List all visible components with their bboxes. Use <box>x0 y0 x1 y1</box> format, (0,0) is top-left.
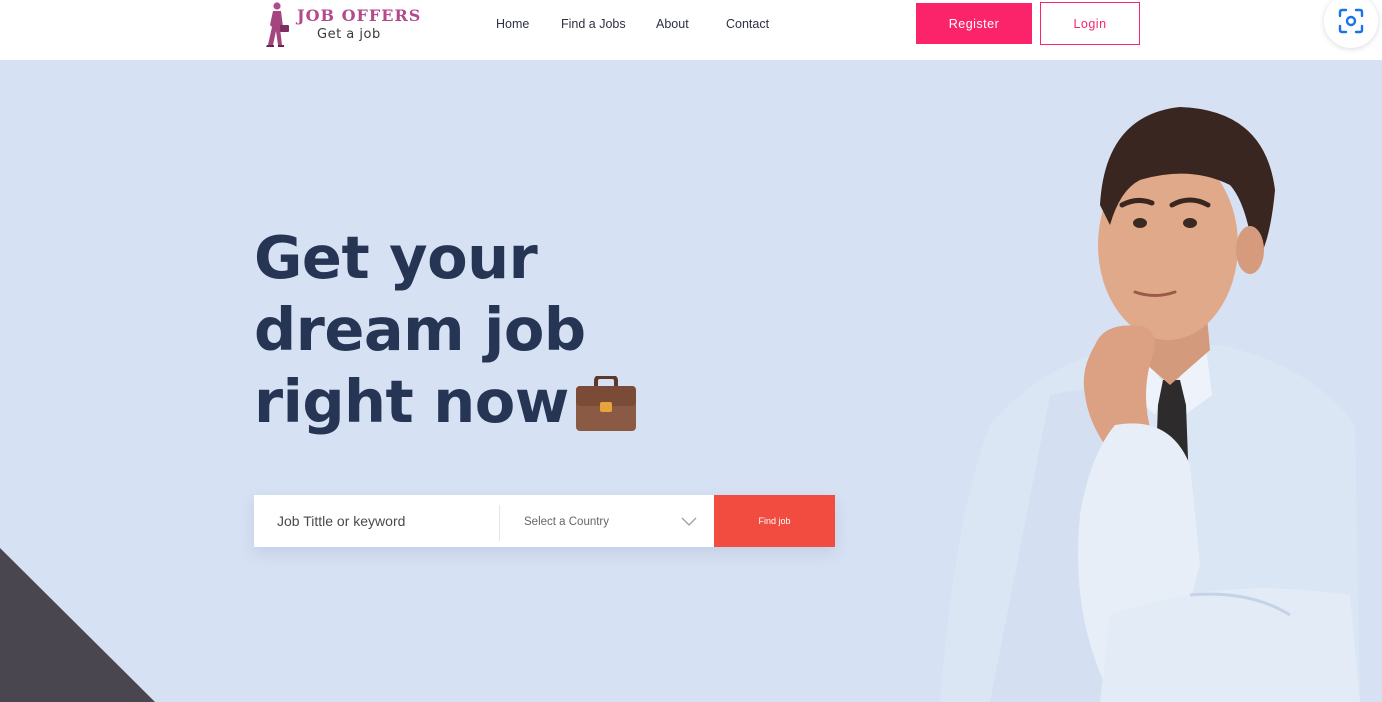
nav-find-jobs[interactable]: Find a Jobs <box>561 16 626 32</box>
hero-line-3: right now <box>254 367 569 436</box>
country-select[interactable]: Select a Country <box>500 495 714 547</box>
site-logo[interactable]: JOB OFFERS Get a job <box>260 0 430 50</box>
visual-search-button[interactable] <box>1324 0 1378 48</box>
hero-line-1: Get your <box>254 223 538 292</box>
thinking-businessman-image <box>940 107 1360 702</box>
hero-headline: Get your dream job right now <box>254 222 586 438</box>
briefcase-icon <box>576 376 636 431</box>
find-job-button[interactable]: Find job <box>714 495 835 547</box>
login-button[interactable]: Login <box>1040 2 1140 45</box>
hero-line-2: dream job <box>254 295 586 364</box>
decorative-corner-triangle <box>0 548 155 702</box>
walking-businessman-icon <box>266 2 289 47</box>
logo-title: JOB OFFERS <box>297 6 422 25</box>
logo-subtitle: Get a job <box>317 27 381 42</box>
keyword-search-input[interactable] <box>254 495 499 547</box>
register-button[interactable]: Register <box>916 3 1032 44</box>
nav-contact[interactable]: Contact <box>726 16 769 32</box>
nav-about[interactable]: About <box>656 16 689 32</box>
job-search-bar: Select a Country Find job <box>254 495 835 547</box>
site-header: JOB OFFERS Get a job Home Find a Jobs Ab… <box>0 0 1382 60</box>
chevron-down-icon <box>681 517 697 526</box>
country-select-label: Select a Country <box>524 516 610 528</box>
lens-scan-icon <box>1338 8 1364 34</box>
nav-home[interactable]: Home <box>496 16 529 32</box>
